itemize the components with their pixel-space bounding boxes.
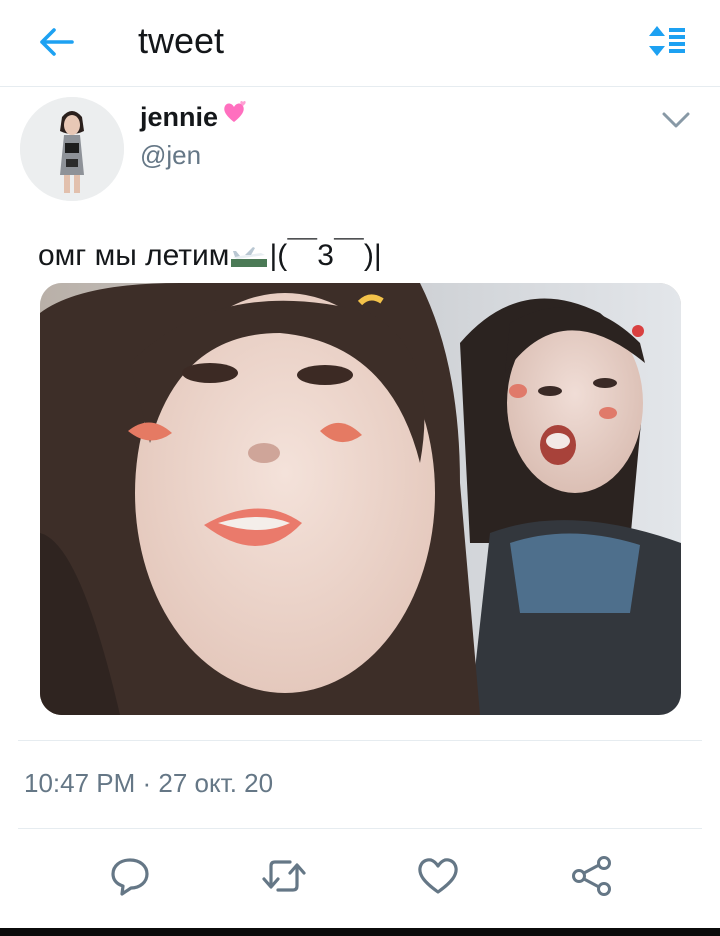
retweet-button[interactable] (258, 852, 310, 900)
divider (18, 740, 702, 741)
tweet-text: омг мы летим |(￣3￣)| (38, 230, 382, 274)
chevron-down-icon (662, 112, 690, 128)
back-button[interactable] (32, 22, 80, 62)
system-bottom-bar (0, 928, 720, 936)
tweet-menu-button[interactable] (656, 102, 696, 138)
tweet-text-main: омг мы летим (38, 239, 230, 272)
tweet-timestamp: 10:47 PM · 27 окт. 20 (24, 768, 274, 798)
divider (18, 828, 702, 829)
avatar-image (20, 97, 124, 201)
heart-icon (221, 100, 247, 130)
sort-button[interactable] (644, 20, 692, 62)
retweet-icon (262, 860, 306, 892)
heart-outline-icon (418, 858, 458, 894)
author-name[interactable]: jennie (140, 102, 218, 133)
tweet-media-photo[interactable] (40, 283, 681, 715)
arrow-left-icon (40, 28, 74, 56)
page-title: tweet (138, 20, 225, 61)
like-button[interactable] (412, 852, 464, 900)
avatar[interactable] (20, 97, 124, 201)
tweet-text-emoticon: |(￣3￣)| (269, 239, 382, 272)
share-button[interactable] (566, 852, 618, 900)
reply-button[interactable] (104, 852, 156, 900)
photo-image (40, 283, 681, 715)
top-app-bar: tweet (0, 0, 720, 87)
sort-icon (649, 26, 685, 56)
airplane-icon (231, 247, 268, 267)
author-handle[interactable]: @jen (140, 140, 201, 171)
share-icon (572, 856, 611, 896)
reply-icon (111, 858, 149, 896)
tweet-detail-screen: tweet jennie @jen омг мы летим |(￣3￣)| 1… (0, 0, 720, 936)
